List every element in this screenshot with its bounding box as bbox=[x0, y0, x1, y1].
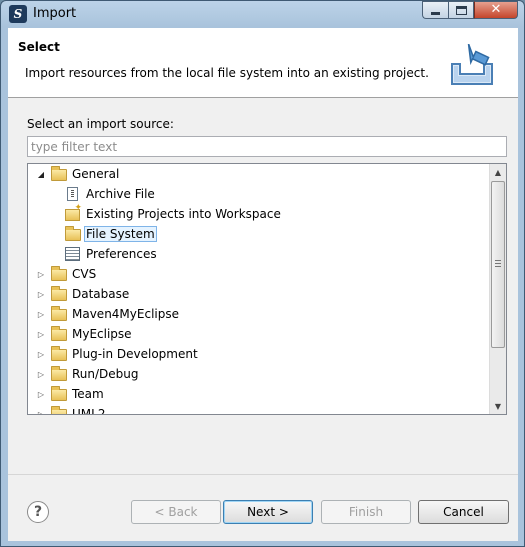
close-button[interactable]: ✕ bbox=[474, 1, 518, 19]
tree-item-label: UML2 bbox=[72, 407, 106, 414]
help-button[interactable]: ? bbox=[27, 501, 49, 523]
tree-item-cvs[interactable]: ▷ CVS bbox=[36, 264, 98, 284]
footer-separator bbox=[8, 474, 518, 475]
grip-icon bbox=[495, 260, 501, 267]
window-title: Import bbox=[33, 6, 77, 21]
tree-item-label: MyEclipse bbox=[72, 327, 132, 341]
tree-item-label: Archive File bbox=[86, 187, 155, 201]
caption-buttons: ✕ bbox=[422, 1, 518, 19]
tree-item-database[interactable]: ▷ Database bbox=[36, 284, 131, 304]
close-icon: ✕ bbox=[490, 2, 502, 17]
expand-arrow-icon[interactable]: ▷ bbox=[36, 344, 46, 364]
filter-input[interactable] bbox=[27, 136, 507, 157]
back-button[interactable]: < Back bbox=[131, 500, 221, 524]
wizard-banner: Select Import resources from the local f… bbox=[8, 28, 518, 98]
tree-item-team[interactable]: ▷ Team bbox=[36, 384, 106, 404]
tree-item-existing-projects[interactable]: Existing Projects into Workspace bbox=[65, 203, 283, 224]
tree-item-file-system[interactable]: File System bbox=[65, 224, 157, 244]
folder-icon bbox=[51, 306, 67, 322]
folder-icon bbox=[51, 266, 67, 282]
tree-item-plugin-development[interactable]: ▷ Plug-in Development bbox=[36, 344, 200, 364]
tree-item-label: CVS bbox=[72, 267, 97, 281]
folder-icon bbox=[51, 346, 67, 362]
tree-item-label: Run/Debug bbox=[72, 367, 139, 381]
tree-item-run-debug[interactable]: ▷ Run/Debug bbox=[36, 364, 141, 384]
existing-projects-icon bbox=[65, 203, 82, 222]
folder-icon bbox=[65, 226, 81, 242]
title-bar[interactable]: S Import ✕ bbox=[1, 1, 524, 27]
expand-arrow-icon[interactable]: ▷ bbox=[36, 384, 46, 404]
tree-item-maven4myeclipse[interactable]: ▷ Maven4MyEclipse bbox=[36, 304, 181, 324]
tree-item-general[interactable]: ◢ General bbox=[36, 164, 121, 184]
expand-arrow-icon[interactable]: ▷ bbox=[36, 264, 46, 284]
tree-item-label: Plug-in Development bbox=[72, 347, 198, 361]
expand-arrow-icon[interactable]: ▷ bbox=[36, 404, 46, 415]
expand-arrow-icon[interactable]: ▷ bbox=[36, 364, 46, 384]
maximize-button[interactable] bbox=[448, 1, 474, 19]
import-source-tree[interactable]: ◢ General Archive File Existing Projects… bbox=[27, 163, 507, 415]
finish-button[interactable]: Finish bbox=[321, 500, 411, 524]
cancel-button[interactable]: Cancel bbox=[418, 500, 509, 524]
folder-icon bbox=[51, 406, 67, 414]
tree-item-myeclipse[interactable]: ▷ MyEclipse bbox=[36, 324, 134, 344]
tree-item-label: General bbox=[72, 167, 120, 181]
collapse-arrow-icon[interactable]: ◢ bbox=[36, 164, 46, 184]
import-dialog-window: S Import ✕ Select Import resources from … bbox=[0, 0, 525, 547]
expand-arrow-icon[interactable]: ▷ bbox=[36, 324, 46, 344]
folder-icon bbox=[51, 386, 67, 402]
tree-item-label: Preferences bbox=[86, 247, 157, 261]
scroll-down-arrow-icon[interactable]: ▼ bbox=[490, 398, 506, 414]
tree-viewport: ◢ General Archive File Existing Projects… bbox=[28, 164, 490, 414]
eclipse-app-icon: S bbox=[9, 5, 27, 23]
scrollbar-thumb[interactable] bbox=[491, 181, 505, 348]
scroll-up-arrow-icon[interactable]: ▲ bbox=[490, 164, 506, 180]
folder-icon bbox=[51, 166, 67, 182]
preferences-icon bbox=[65, 246, 81, 262]
tree-item-preferences[interactable]: Preferences bbox=[65, 244, 159, 264]
tree-item-uml2[interactable]: ▷ UML2 bbox=[36, 404, 107, 414]
folder-icon bbox=[51, 326, 67, 342]
minimize-button[interactable] bbox=[422, 1, 448, 19]
folder-icon bbox=[51, 286, 67, 302]
tree-item-label: Existing Projects into Workspace bbox=[86, 207, 281, 221]
tree-item-label: File System bbox=[84, 226, 157, 242]
next-button[interactable]: Next > bbox=[223, 500, 313, 524]
page-title: Select bbox=[18, 40, 60, 54]
expand-arrow-icon[interactable]: ▷ bbox=[36, 304, 46, 324]
expand-arrow-icon[interactable]: ▷ bbox=[36, 284, 46, 304]
maximize-icon bbox=[455, 5, 467, 15]
tree-item-archive-file[interactable]: Archive File bbox=[65, 184, 157, 204]
import-source-label: Select an import source: bbox=[27, 117, 174, 131]
import-wizard-icon bbox=[451, 44, 493, 85]
tree-vertical-scrollbar[interactable]: ▲ ▼ bbox=[489, 164, 506, 414]
page-description: Import resources from the local file sys… bbox=[25, 66, 429, 80]
archive-file-icon bbox=[65, 186, 81, 202]
tree-item-label: Team bbox=[72, 387, 104, 401]
minimize-icon bbox=[431, 11, 440, 15]
dialog-client-area: Select Import resources from the local f… bbox=[8, 28, 518, 541]
tree-item-label: Maven4MyEclipse bbox=[72, 307, 179, 321]
tree-item-label: Database bbox=[72, 287, 130, 301]
folder-icon bbox=[51, 366, 67, 382]
